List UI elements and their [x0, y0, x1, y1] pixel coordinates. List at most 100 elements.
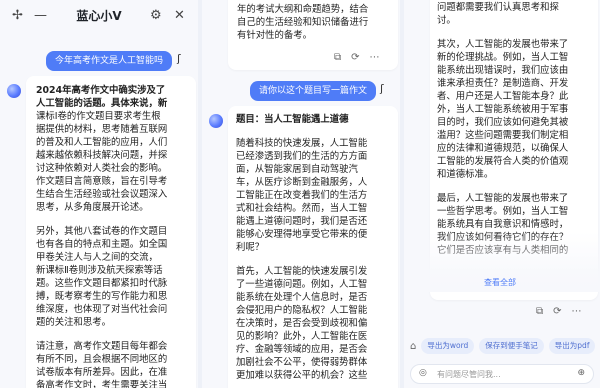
text-line: 能够心安理得地享受它带来的便: [236, 229, 368, 240]
text-line: 2024年高考作文中确实涉及了: [36, 85, 166, 96]
user-avatar-icon: ʃ: [380, 82, 384, 95]
text-line: 加剧社会不公平，使得弱势群体: [236, 357, 368, 368]
text-line: 题的关注和思考。: [36, 317, 112, 328]
text-line: 讨这种依赖对人类社会的影响。: [36, 163, 168, 174]
message-input[interactable]: ◎ 有问题尽管问我... ⊕: [410, 364, 594, 384]
text-line: 试卷版本有所差异。因此，在准: [36, 367, 168, 378]
header: ✢ — 蓝心小V ⚙ ✕: [0, 0, 198, 32]
text-line: 最后，人工智能的发展也带来了: [437, 193, 569, 204]
text-line: 题目：当人工智能遇上道德: [236, 114, 349, 125]
answer-actions: ⧉ ⟳ ⋯: [334, 52, 380, 63]
text-line: 新的伦理挑战。例如，当人工智: [437, 52, 569, 63]
text-line: 生结合生活经验或社会议题深入: [36, 189, 168, 200]
user-question-bubble: 今年高考作文是人工智能吗: [46, 51, 173, 71]
text-line: 和道德标准。: [437, 169, 494, 180]
text-line: 利呢？: [236, 242, 265, 253]
text-line: 能系统具有自我意识和情感时，: [437, 219, 569, 230]
text-line: 随着科技的快速发展，人工智能: [236, 138, 368, 149]
text-line: 有所不同，且会根据不同地区的: [36, 354, 168, 365]
more-icon[interactable]: ⋯: [572, 306, 582, 317]
answer-text-prev: 年的考试大纲和命题趋势，结合 自己的生活经验和知识储备进行 有针对性的备考。: [237, 3, 368, 42]
quick-actions: ⌂ 导出为word 保存到便手笔记 导出为pdf: [404, 338, 600, 354]
text-line: 也有各自的特点和主题。如全国: [36, 239, 168, 250]
voice-icon[interactable]: ◎: [419, 368, 427, 378]
chat-panel-3: 问题都需要我们认真思考和探 讨。其次，人工智能的发展也带来了 新的伦理挑战。例如，当…: [404, 0, 600, 388]
text-line: 工智能正在改变着我们的生活方: [236, 190, 368, 201]
text-line: 工智能的发展符合人类的价值观: [437, 156, 569, 167]
app-title: 蓝心小V: [76, 9, 122, 23]
text-line: 问题都需要我们认真思考和探: [437, 2, 559, 13]
answer-actions-3: ⧉ ⟳ ⋯: [536, 306, 582, 317]
text-line: 人工智能的话题。具体来说，新: [36, 98, 168, 109]
copy-icon[interactable]: ⧉: [536, 306, 543, 317]
text-line: 的普及和人工智能的应用，人们: [36, 137, 168, 148]
user-avatar-icon: ʃ: [177, 52, 181, 65]
text-line: 谁来承担责任？是制造商、开发: [437, 78, 569, 89]
text-line: 请注意，高考作文题目每年都会: [36, 341, 168, 352]
text-line: 面，从智能家居到自动驾驶汽: [236, 164, 358, 175]
chat-panel-1: ✢ — 蓝心小V ⚙ ✕ 今年高考作文是人工智能吗 ʃ 2024年高考作文中确实…: [0, 0, 198, 388]
text-line: 讨。: [437, 15, 456, 26]
settings-icon[interactable]: ⚙: [150, 8, 162, 24]
refresh-icon[interactable]: ⟳: [351, 52, 359, 63]
text-line: 据提供的材料，思考随着互联网: [36, 124, 168, 135]
text-line: 甲卷关注人与人之间的交流，: [36, 252, 158, 263]
text-line: 滥用？这些问题需要我们制定相: [437, 130, 569, 141]
text-line: 作文题目言简意赅，旨在引导考: [36, 176, 168, 187]
text-line: 更加难以获得公平的机会？这些: [236, 370, 368, 381]
refresh-icon[interactable]: ⟳: [553, 306, 561, 317]
text-line: 能系统在处理个人信息时，是否: [236, 292, 368, 303]
text-line: 在决策时，是否会受到歧视和偏: [236, 318, 368, 329]
close-icon[interactable]: ✕: [174, 8, 185, 24]
copy-icon[interactable]: ⧉: [334, 52, 341, 63]
text-line: 会侵犯用户的隐私权？人工智能: [236, 305, 368, 316]
input-placeholder: 有问题尽管问我...: [437, 370, 501, 379]
export-word-chip[interactable]: 导出为word: [421, 338, 475, 354]
more-icon[interactable]: ⋯: [370, 52, 380, 63]
text-line: 其次，人工智能的发展也带来了: [437, 39, 569, 50]
text-line: 应的法律和道德规范，以确保人: [437, 143, 569, 154]
text-line: 越来越依赖科技解决问题，并探: [36, 150, 168, 161]
text-line: 另外，其他八套试卷的作文题目: [36, 226, 168, 237]
text-line: 外，当人工智能系统被用于军事: [437, 104, 569, 115]
text-line: 课标Ⅰ卷的作文题目要求考生根: [36, 111, 161, 122]
bot-avatar: [7, 84, 21, 98]
text-line: 题。这些作文题目都紧扣时代脉: [36, 278, 168, 289]
text-line: 搏，既考察考生的写作能力和思: [36, 291, 168, 302]
text-line: 首先，人工智能的快速发展引发: [236, 266, 368, 277]
essay-text-cont: 问题都需要我们认真思考和探 讨。其次，人工智能的发展也带来了 新的伦理挑战。例如，当…: [437, 1, 568, 257]
save-note-chip[interactable]: 保存到便手笔记: [479, 338, 544, 354]
toolbox-icon[interactable]: ⌂: [410, 341, 416, 352]
text-line: 自己的生活经验和知识储备进行: [237, 17, 369, 28]
text-line: 能遇上道德问题时，我们是否还: [236, 216, 368, 227]
text-line: 已经渗透到我们的生活的方方面: [236, 151, 368, 162]
text-line: 维深度，也体现了对当代社会问: [36, 304, 168, 315]
view-all-link[interactable]: 查看全部: [484, 277, 516, 288]
text-line: 车，从医疗诊断到金融服务，人: [236, 177, 368, 188]
user-question-bubble-2: 请你以这个题目写一篇作文: [250, 81, 377, 101]
text-line: 年的考试大纲和命题趋势，结合: [237, 4, 369, 15]
text-line: 见的影响？此外，人工智能在医: [236, 331, 368, 342]
text-line: 目的时，我们应该如何避免其被: [437, 117, 569, 128]
essay-text: 题目：当人工智能遇上道德随着科技的快速发展，人工智能 已经渗透到我们的生活的方方面…: [236, 113, 367, 382]
text-line: 者、用户还是人工智能本身？此: [437, 91, 569, 102]
export-pdf-chip[interactable]: 导出为pdf: [548, 338, 596, 354]
text-line: 有针对性的备考。: [237, 30, 313, 41]
text-line: 新课标Ⅱ卷则涉及航天探索等话: [36, 265, 163, 276]
text-line: 能系统出现错误时，我们应该由: [437, 65, 569, 76]
text-line: 式和社会结构。然而，当人工智: [236, 203, 368, 214]
text-line: 备高考作文时，考生需要关注当: [36, 380, 168, 388]
answer-text: 2024年高考作文中确实涉及了 人工智能的话题。具体来说，新 课标Ⅰ卷的作文题目要求…: [36, 84, 167, 388]
text-line: 疗、金融等领域的应用，是否会: [236, 344, 368, 355]
bot-avatar: [209, 114, 223, 128]
add-icon[interactable]: ⊕: [577, 368, 585, 378]
chat-panel-2: 年的考试大纲和命题趋势，结合 自己的生活经验和知识储备进行 有针对性的备考。 ⧉ ⟳…: [202, 0, 400, 388]
text-line: 了一些道德问题。例如，人工智: [236, 279, 368, 290]
text-line: 一些哲学思考。例如，当人工智: [437, 206, 569, 217]
